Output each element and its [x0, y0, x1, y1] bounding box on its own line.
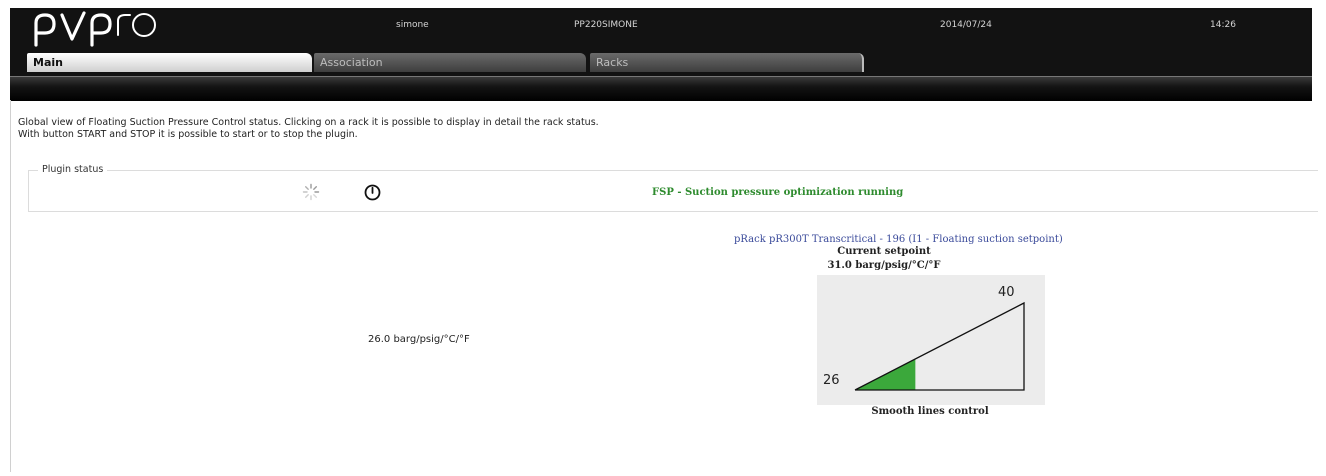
device-name-label: PP220SIMONE	[574, 20, 638, 30]
page-description: Global view of Floating Suction Pressure…	[18, 117, 599, 141]
chart-min-label: 26	[823, 373, 840, 388]
current-setpoint-value: 31.0 barg/psig/°C/°F	[827, 260, 941, 271]
left-divider	[10, 100, 11, 472]
control-mode-label: Smooth lines control	[871, 406, 989, 417]
pvpro-logo: pvpro	[32, 9, 156, 47]
tab-racks-label: Racks	[596, 56, 629, 69]
plugin-status-text: FSP - Suction pressure optimization runn…	[652, 187, 904, 198]
chart-max-label: 40	[998, 285, 1015, 300]
rack-title-link[interactable]: pRack pR300T Transcritical - 196 (I1 - F…	[734, 234, 1063, 245]
logo-text: pvpro	[32, 9, 35, 10]
setpoint-chart-graphic: 26 40	[823, 285, 1025, 391]
description-line-1: Global view of Floating Suction Pressure…	[18, 117, 599, 128]
tab-main[interactable]: Main	[27, 53, 312, 72]
tab-association-label: Association	[320, 56, 383, 69]
plugin-status-legend: Plugin status	[38, 164, 108, 175]
tab-association[interactable]: Association	[314, 53, 586, 72]
description-line-2: With button START and STOP it is possibl…	[18, 129, 358, 140]
spinner-icon	[302, 183, 320, 201]
rack-value-label: 26.0 barg/psig/°C/°F	[368, 334, 470, 345]
tab-racks[interactable]: Racks	[590, 53, 864, 72]
date-label: 2014/07/24	[940, 20, 992, 30]
setpoint-chart[interactable]: 26 40	[817, 275, 1045, 405]
current-setpoint-label: Current setpoint	[837, 246, 931, 257]
power-icon[interactable]	[364, 184, 381, 201]
setpoint-ramp-outline	[854, 301, 1025, 391]
app-header: pvpro simone PP220SIMONE 2014/07/24 14:2…	[10, 8, 1312, 101]
time-label: 14:26	[1210, 20, 1236, 30]
tab-main-label: Main	[33, 56, 63, 69]
username-label: simone	[396, 20, 429, 30]
toolbar-bar	[10, 76, 1312, 101]
